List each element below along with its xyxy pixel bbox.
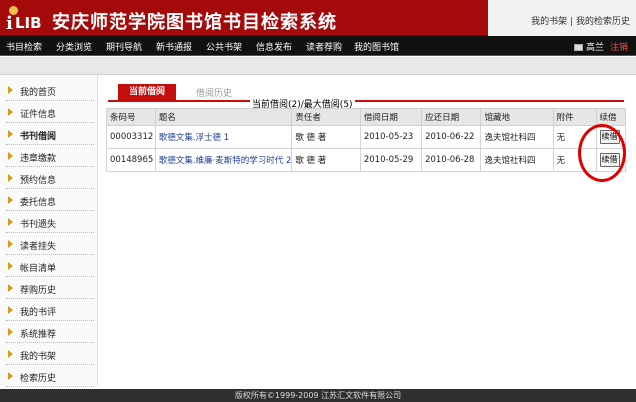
table-row: 00148965 歌德文集.维廉·麦斯特的学习时代 2 歌 德 著 2010-0… [106, 148, 627, 172]
sidebar-item-borrowing[interactable]: 书刊借阅 [6, 124, 94, 145]
header-bar: i LIB 安庆师范学院图书馆书目检索系统 我的书架 | 我的检索历史 [0, 0, 636, 36]
monitor-icon [573, 44, 583, 51]
tab-underline [108, 100, 624, 102]
sidebar-item-label: 我的书架 [20, 352, 57, 362]
sidebar-item-label: 检索历史 [20, 374, 57, 384]
arrow-right-icon [8, 152, 13, 160]
loans-table: 条码号 题名 责任者 借阅日期 应还日期 馆藏地 附件 续借 00003312 … [106, 108, 627, 172]
sidebar-item-report-loss[interactable]: 读者挂失 [6, 234, 94, 255]
ilib-logo[interactable]: i LIB [6, 3, 46, 34]
sidebar-item-account-list[interactable]: 帐目清单 [6, 256, 94, 277]
sidebar-item-label: 荐购历史 [20, 286, 57, 296]
my-bookshelf-link[interactable]: 我的书架 [531, 17, 567, 27]
arrow-right-icon [8, 240, 13, 248]
highlight-annotation-circle [578, 124, 626, 182]
arrow-right-icon [8, 284, 13, 292]
sidebar-item-reservations[interactable]: 预约信息 [6, 168, 94, 189]
col-header-due-date: 应还日期 [421, 108, 482, 126]
cell-borrow-date: 2010-05-23 [359, 125, 423, 149]
sidebar-item-label: 系统推荐 [20, 330, 57, 340]
footer-copyright: 版权所有©1999-2009 江苏汇文软件有限公司 [0, 389, 636, 402]
toolbar-strip [0, 57, 636, 75]
main-navbar: 书目检索 分类浏览 期刊导航 新书通报 公共书架 信息发布 读者荐购 我的图书馆… [0, 36, 636, 56]
sidebar-item-label: 证件信息 [20, 110, 57, 120]
sidebar-item-label: 读者挂失 [20, 242, 57, 252]
nav-item-public-shelf[interactable]: 公共书架 [206, 40, 242, 53]
sidebar-item-system-recommend[interactable]: 系统推荐 [6, 322, 94, 343]
col-header-borrow-date: 借阅日期 [359, 108, 423, 126]
tab-current-loans[interactable]: 当前借阅 [118, 84, 176, 100]
arrow-right-icon [8, 218, 13, 226]
sidebar-item-label: 书刊遗失 [20, 220, 57, 230]
cell-author: 歌 德 著 [291, 148, 361, 172]
logout-link[interactable]: 注销 [610, 43, 628, 53]
sidebar: 我的首页 证件信息 书刊借阅 违章缴款 预约信息 委托信息 书刊遗失 读者挂失 … [0, 75, 98, 387]
cell-title-link[interactable]: 歌德文集.维廉·麦斯特的学习时代 2 [154, 148, 293, 172]
cell-title-link[interactable]: 歌德文集.浮士德 1 [154, 125, 293, 149]
arrow-right-icon [8, 130, 13, 138]
user-name: 高兰 [585, 43, 604, 53]
arrow-right-icon [8, 196, 13, 204]
logo-prefix: i [6, 13, 13, 34]
sidebar-item-search-history[interactable]: 检索历史 [6, 366, 94, 387]
sidebar-item-delegation[interactable]: 委托信息 [6, 190, 94, 211]
nav-item-journal-nav[interactable]: 期刊导航 [106, 40, 142, 53]
link-separator: | [570, 17, 574, 27]
cell-barcode: 00148965 [106, 148, 156, 172]
cell-borrow-date: 2010-05-29 [359, 148, 423, 172]
cell-location: 逸夫馆社科四 [480, 148, 554, 172]
table-row: 00003312 歌德文集.浮士德 1 歌 德 著 2010-05-23 201… [106, 125, 627, 149]
nav-item-catalog-search[interactable]: 书目检索 [6, 40, 42, 53]
sidebar-item-label: 我的书评 [20, 308, 57, 318]
sidebar-item-label: 预约信息 [20, 176, 57, 186]
sidebar-item-home[interactable]: 我的首页 [6, 80, 94, 101]
nav-item-announcements[interactable]: 信息发布 [256, 40, 292, 53]
arrow-right-icon [8, 86, 13, 94]
arrow-right-icon [8, 350, 13, 358]
nav-item-new-books[interactable]: 新书通报 [156, 40, 192, 53]
header-links: 我的书架 | 我的检索历史 [531, 14, 630, 27]
arrow-right-icon [8, 262, 13, 270]
arrow-right-icon [8, 372, 13, 380]
header-links-panel: 我的书架 | 我的检索历史 [488, 0, 636, 36]
sidebar-item-card-info[interactable]: 证件信息 [6, 102, 94, 123]
nav-item-my-library[interactable]: 我的图书馆 [354, 40, 399, 53]
table-header-row: 条码号 题名 责任者 借阅日期 应还日期 馆藏地 附件 续借 [106, 108, 627, 126]
sidebar-item-label: 帐目清单 [20, 264, 57, 274]
col-header-title: 题名 [154, 108, 293, 126]
system-title: 安庆师范学院图书馆书目检索系统 [52, 12, 337, 33]
nav-item-category-browse[interactable]: 分类浏览 [56, 40, 92, 53]
col-header-attachment: 附件 [552, 108, 597, 126]
nav-item-reader-recommend[interactable]: 读者荐购 [306, 40, 342, 53]
arrow-right-icon [8, 306, 13, 314]
sidebar-item-fines[interactable]: 违章缴款 [6, 146, 94, 167]
sidebar-item-label: 我的首页 [20, 88, 57, 98]
sidebar-item-label: 违章缴款 [20, 154, 57, 164]
col-header-barcode: 条码号 [106, 108, 156, 126]
arrow-right-icon [8, 328, 13, 336]
sidebar-item-label: 委托信息 [20, 198, 57, 208]
sidebar-item-my-bookshelf[interactable]: 我的书架 [6, 344, 94, 365]
sidebar-item-lost-books[interactable]: 书刊遗失 [6, 212, 94, 233]
cell-barcode: 00003312 [106, 125, 156, 149]
sidebar-item-recommend-history[interactable]: 荐购历史 [6, 278, 94, 299]
arrow-right-icon [8, 174, 13, 182]
user-area: 高兰 注销 [573, 40, 628, 53]
logo-text: LIB [15, 14, 42, 32]
sidebar-item-my-reviews[interactable]: 我的书评 [6, 300, 94, 321]
cell-author: 歌 德 著 [291, 125, 361, 149]
cell-due-date: 2010-06-28 [421, 148, 482, 172]
arrow-right-icon [8, 108, 13, 116]
col-header-location: 馆藏地 [480, 108, 554, 126]
col-header-renew: 续借 [595, 108, 627, 126]
my-search-history-link[interactable]: 我的检索历史 [576, 17, 630, 27]
cell-due-date: 2010-06-22 [421, 125, 482, 149]
cell-location: 逸夫馆社科四 [480, 125, 554, 149]
col-header-author: 责任者 [291, 108, 361, 126]
sidebar-item-label: 书刊借阅 [20, 132, 57, 142]
tab-loan-history[interactable]: 借阅历史 [196, 86, 232, 99]
